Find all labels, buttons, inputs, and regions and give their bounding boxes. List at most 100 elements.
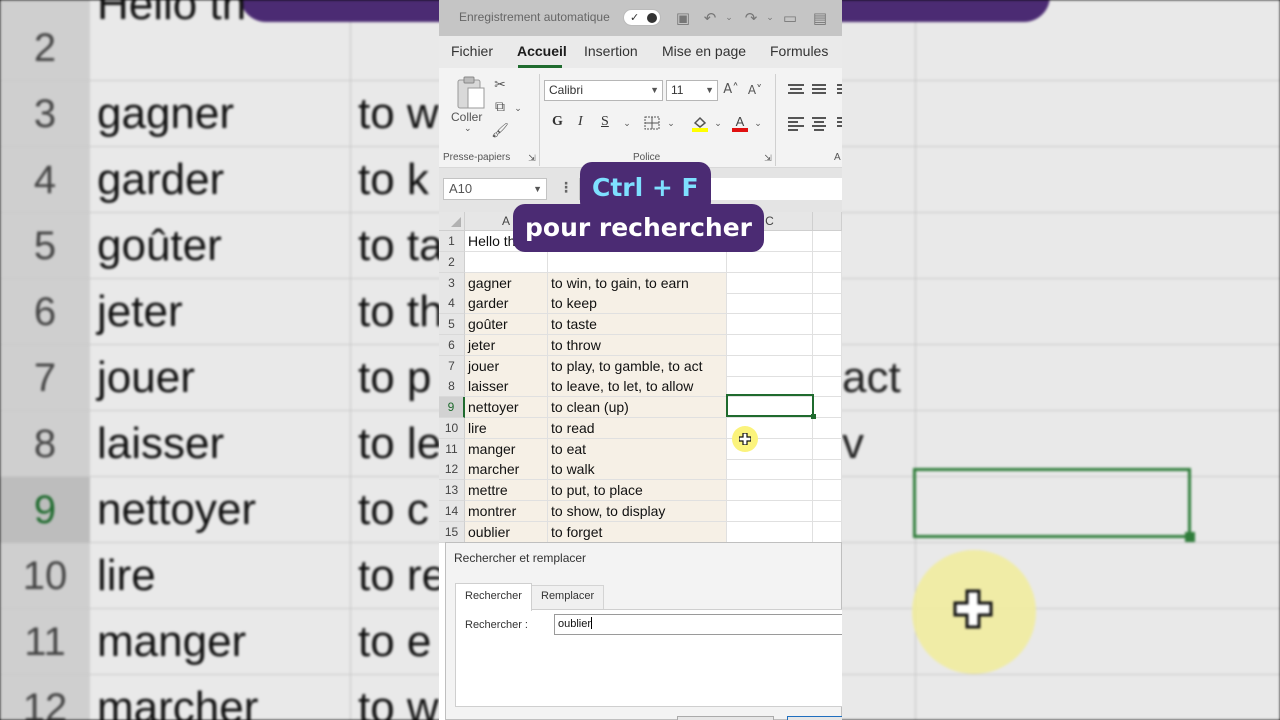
cell-c[interactable] xyxy=(727,252,813,273)
tab-remplacer[interactable]: Remplacer xyxy=(531,585,605,610)
borders-dropdown-icon[interactable]: ⌄ xyxy=(662,115,680,133)
row-header[interactable]: 8 xyxy=(439,376,465,397)
row-header[interactable]: 5 xyxy=(439,314,465,335)
cell-a[interactable]: gagner xyxy=(465,273,548,294)
redo-icon[interactable]: ↷ xyxy=(742,9,760,27)
tab-rechercher[interactable]: Rechercher xyxy=(455,583,532,611)
cell-a[interactable]: lire xyxy=(465,418,548,439)
row-header[interactable]: 3 xyxy=(439,273,465,294)
autosave-toggle[interactable]: ✓ xyxy=(623,9,661,26)
cut-icon[interactable]: ✂ xyxy=(491,76,509,94)
paste-icon[interactable] xyxy=(456,76,486,110)
cell-d[interactable] xyxy=(813,356,842,377)
row-header[interactable]: 15 xyxy=(439,522,465,543)
cell-d[interactable] xyxy=(813,397,842,418)
open-folder-icon[interactable]: ▭ xyxy=(781,9,799,27)
font-size-select[interactable]: 11 ▼ xyxy=(666,80,718,101)
copy-dropdown-icon[interactable]: ⌄ xyxy=(509,100,527,118)
cell-d[interactable] xyxy=(813,231,842,252)
row-header[interactable]: 2 xyxy=(439,252,465,273)
paste-label[interactable]: Coller xyxy=(451,110,482,124)
cell-b[interactable]: to taste xyxy=(548,314,727,335)
cell-d[interactable] xyxy=(813,314,842,335)
align-center-icon[interactable] xyxy=(812,117,828,131)
tab-accueil[interactable]: Accueil xyxy=(517,43,567,59)
cell-d[interactable] xyxy=(813,252,842,273)
align-left-icon[interactable] xyxy=(788,117,804,131)
row-header[interactable]: 1 xyxy=(439,231,465,252)
align-top-icon[interactable] xyxy=(788,84,804,98)
cell-d[interactable] xyxy=(813,376,842,397)
cell-d[interactable] xyxy=(813,459,842,480)
borders-icon[interactable] xyxy=(644,116,660,130)
cell-c[interactable] xyxy=(727,501,813,522)
undo-icon[interactable]: ↶ xyxy=(701,9,719,27)
copy-icon[interactable]: ⧉ xyxy=(491,98,509,116)
active-cell-highlight[interactable] xyxy=(726,394,816,419)
cell-d[interactable] xyxy=(813,418,842,439)
undo-dropdown-icon[interactable]: ⌄ xyxy=(720,9,738,27)
cell-d[interactable] xyxy=(813,439,842,460)
align-bottom-icon[interactable] xyxy=(837,84,842,98)
cell-a[interactable]: laisser xyxy=(465,376,548,397)
cell-c[interactable] xyxy=(727,522,813,543)
cell-c[interactable] xyxy=(727,335,813,356)
redo-dropdown-icon[interactable]: ⌄ xyxy=(761,9,779,27)
fill-color-dropdown-icon[interactable]: ⌄ xyxy=(709,115,727,133)
cell-a[interactable]: oublier xyxy=(465,522,548,543)
cell-d[interactable] xyxy=(813,293,842,314)
row-header[interactable]: 12 xyxy=(439,459,465,480)
name-box[interactable]: A10 ▼ xyxy=(443,178,547,200)
cell-b[interactable] xyxy=(548,252,727,273)
align-middle-icon[interactable] xyxy=(812,84,828,98)
cell-b[interactable]: to play, to gamble, to act xyxy=(548,356,727,377)
cell-b[interactable]: to eat xyxy=(548,439,727,460)
cell-c[interactable] xyxy=(727,273,813,294)
more-options-icon[interactable]: ⋮ xyxy=(559,180,573,196)
fill-color-icon[interactable] xyxy=(691,114,709,132)
cell-b[interactable]: to keep xyxy=(548,293,727,314)
row-header[interactable]: 10 xyxy=(439,418,465,439)
cell-a[interactable]: nettoyer xyxy=(465,397,548,418)
cell-b[interactable]: to show, to display xyxy=(548,501,727,522)
save-icon[interactable]: ▣ xyxy=(674,9,692,27)
align-right-icon[interactable] xyxy=(837,117,842,131)
cell-b[interactable]: to win, to gain, to earn xyxy=(548,273,727,294)
cell-a[interactable]: jeter xyxy=(465,335,548,356)
cell-c[interactable] xyxy=(727,480,813,501)
cell-c[interactable] xyxy=(727,314,813,335)
tab-mise-en-page[interactable]: Mise en page xyxy=(662,43,746,59)
cell-a[interactable]: montrer xyxy=(465,501,548,522)
format-painter-icon[interactable]: 🖌 xyxy=(491,122,509,140)
row-header[interactable]: 11 xyxy=(439,439,465,460)
cell-b[interactable]: to read xyxy=(548,418,727,439)
find-all-button[interactable] xyxy=(787,716,842,720)
tab-insertion[interactable]: Insertion xyxy=(584,43,638,59)
paste-dropdown-icon[interactable]: ⌄ xyxy=(464,124,472,134)
cell-c[interactable] xyxy=(727,459,813,480)
underline-dropdown-icon[interactable]: ⌄ xyxy=(618,115,636,133)
cell-d[interactable] xyxy=(813,480,842,501)
row-header[interactable]: 4 xyxy=(439,293,465,314)
italic-button[interactable]: I xyxy=(578,114,583,130)
font-name-select[interactable]: Calibri ▼ xyxy=(544,80,663,101)
cell-a[interactable]: marcher xyxy=(465,459,548,480)
row-header[interactable]: 9 xyxy=(439,397,465,418)
cell-b[interactable]: to clean (up) xyxy=(548,397,727,418)
row-header[interactable]: 7 xyxy=(439,356,465,377)
cell-a[interactable]: mettre xyxy=(465,480,548,501)
cell-b[interactable]: to put, to place xyxy=(548,480,727,501)
options-button[interactable] xyxy=(677,716,774,720)
cell-a[interactable]: jouer xyxy=(465,356,548,377)
cell-b[interactable]: to leave, to let, to allow xyxy=(548,376,727,397)
cell-b[interactable]: to walk xyxy=(548,459,727,480)
select-all-button[interactable] xyxy=(439,212,465,231)
font-color-icon[interactable]: A xyxy=(731,114,749,132)
cell-d[interactable] xyxy=(813,501,842,522)
column-header-d[interactable] xyxy=(813,212,842,231)
cell-a[interactable]: manger xyxy=(465,439,548,460)
form-icon[interactable]: ▤ xyxy=(811,9,829,27)
cell-a[interactable]: garder xyxy=(465,293,548,314)
font-color-dropdown-icon[interactable]: ⌄ xyxy=(749,115,767,133)
decrease-font-icon[interactable]: A˅ xyxy=(746,81,764,99)
